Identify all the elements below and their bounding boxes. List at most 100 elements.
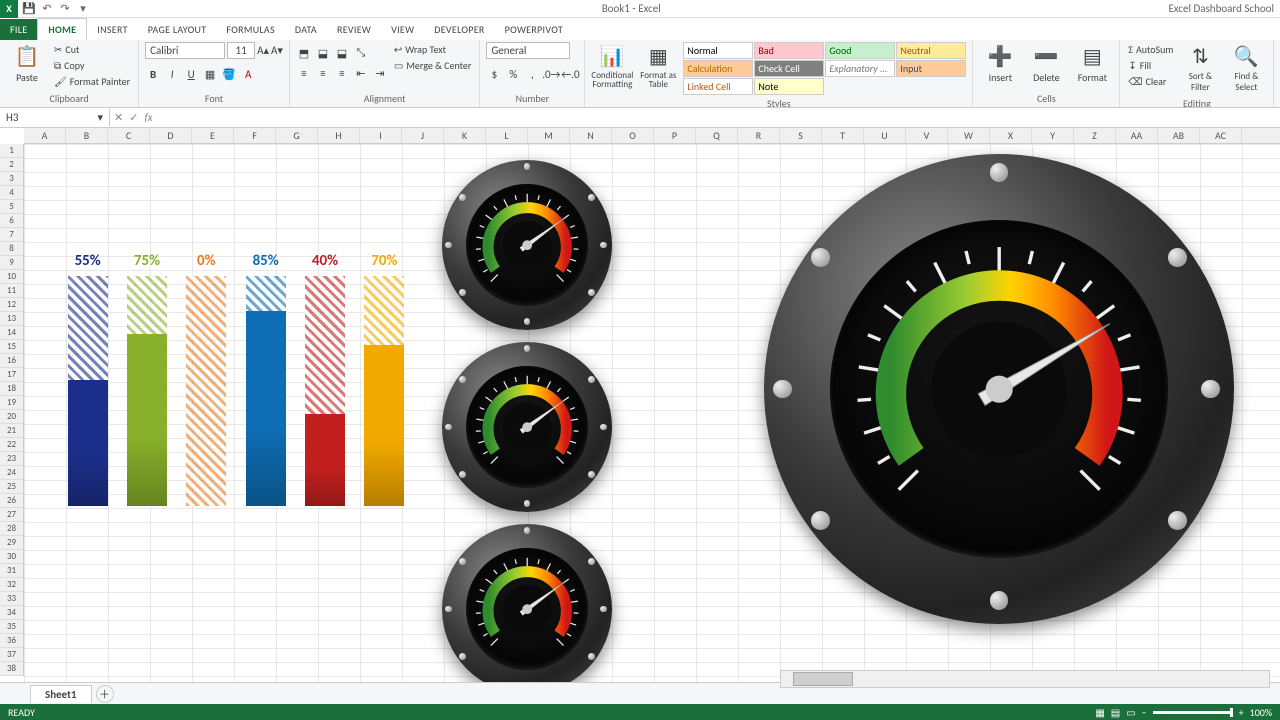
row-header[interactable]: 13 [0, 312, 23, 326]
italic-button[interactable]: I [164, 66, 180, 82]
col-header[interactable]: C [108, 128, 150, 143]
row-header[interactable]: 4 [0, 186, 23, 200]
col-header[interactable]: N [570, 128, 612, 143]
row-header[interactable]: 12 [0, 298, 23, 312]
cancel-formula-icon[interactable]: ✕ [114, 111, 123, 124]
cell-style-option[interactable]: Good [825, 42, 895, 59]
delete-button[interactable]: ➖Delete [1025, 42, 1067, 86]
dec-decimal-icon[interactable]: ←.0 [562, 66, 578, 82]
paste-button[interactable]: 📋Paste [6, 42, 48, 86]
tab-data[interactable]: DATA [285, 19, 327, 40]
indent-inc-icon[interactable]: ⇥ [372, 65, 388, 81]
cell-style-option[interactable]: Explanatory ... [825, 60, 895, 77]
row-header[interactable]: 24 [0, 466, 23, 480]
col-header[interactable]: A [24, 128, 66, 143]
col-header[interactable]: T [822, 128, 864, 143]
row-header[interactable]: 28 [0, 522, 23, 536]
col-header[interactable]: U [864, 128, 906, 143]
autosum-button[interactable]: ΣAutoSum [1126, 42, 1175, 57]
row-header[interactable]: 16 [0, 354, 23, 368]
row-header[interactable]: 9 [0, 256, 23, 270]
zoom-in-icon[interactable]: + [1239, 706, 1244, 719]
row-header[interactable]: 31 [0, 564, 23, 578]
format-as-table-button[interactable]: ▦Format as Table [637, 42, 679, 91]
gauge-widget[interactable] [442, 160, 612, 330]
inc-decimal-icon[interactable]: .0→ [543, 66, 559, 82]
gauge-widget[interactable] [442, 342, 612, 512]
row-header[interactable]: 36 [0, 634, 23, 648]
row-header[interactable]: 20 [0, 410, 23, 424]
fill-button[interactable]: ↧Fill [1126, 58, 1175, 73]
col-header[interactable]: L [486, 128, 528, 143]
font-color-button[interactable]: A [240, 66, 256, 82]
conditional-formatting-button[interactable]: 📊Conditional Formatting [591, 42, 633, 91]
col-header[interactable]: J [402, 128, 444, 143]
cell-styles-gallery[interactable]: NormalBadGoodNeutralCalculationCheck Cel… [683, 42, 966, 95]
col-header[interactable]: Z [1074, 128, 1116, 143]
cell-style-option[interactable]: Bad [754, 42, 824, 59]
undo-icon[interactable]: ↶ [40, 2, 54, 16]
tab-powerpivot[interactable]: POWERPIVOT [495, 19, 573, 40]
tab-review[interactable]: REVIEW [327, 19, 381, 40]
percent-icon[interactable]: % [505, 66, 521, 82]
number-format-select[interactable]: General [486, 42, 570, 59]
tab-home[interactable]: HOME [37, 18, 87, 40]
cell-style-option[interactable]: Input [896, 60, 966, 77]
zoom-out-icon[interactable]: − [1142, 706, 1147, 719]
col-header[interactable]: B [66, 128, 108, 143]
col-header[interactable]: O [612, 128, 654, 143]
font-name-select[interactable]: Calibri [145, 42, 225, 59]
redo-icon[interactable]: ↷ [58, 2, 72, 16]
gauge-widget[interactable] [764, 154, 1234, 624]
worksheet-grid[interactable]: ABCDEFGHIJKLMNOPQRSTUVWXYZAAABAC 1234567… [0, 128, 1280, 688]
row-header[interactable]: 37 [0, 648, 23, 662]
view-layout-icon[interactable]: ▤ [1111, 706, 1120, 719]
fx-icon[interactable]: fx [144, 111, 152, 124]
row-header[interactable]: 18 [0, 382, 23, 396]
row-header[interactable]: 6 [0, 214, 23, 228]
tab-view[interactable]: VIEW [381, 19, 424, 40]
row-header[interactable]: 27 [0, 508, 23, 522]
row-header[interactable]: 10 [0, 270, 23, 284]
col-header[interactable]: X [990, 128, 1032, 143]
row-header[interactable]: 14 [0, 326, 23, 340]
increase-font-icon[interactable]: A▴ [257, 44, 269, 57]
align-bot-icon[interactable]: ⬓ [334, 45, 350, 61]
row-header[interactable]: 7 [0, 228, 23, 242]
col-header[interactable]: G [276, 128, 318, 143]
cell-style-option[interactable]: Neutral [896, 42, 966, 59]
col-header[interactable]: Y [1032, 128, 1074, 143]
name-box[interactable]: H3▾ [0, 109, 110, 126]
row-header[interactable]: 22 [0, 438, 23, 452]
horizontal-scrollbar[interactable] [780, 670, 1270, 688]
row-header[interactable]: 26 [0, 494, 23, 508]
tab-file[interactable]: FILE [0, 19, 37, 40]
row-header[interactable]: 21 [0, 424, 23, 438]
copy-button[interactable]: ⧉Copy [52, 58, 132, 73]
bold-button[interactable]: B [145, 66, 161, 82]
underline-button[interactable]: U [183, 66, 199, 82]
col-header[interactable]: V [906, 128, 948, 143]
cell-style-option[interactable]: Check Cell [754, 60, 824, 77]
wrap-text-button[interactable]: ↩Wrap Text [392, 42, 473, 57]
row-header[interactable]: 15 [0, 340, 23, 354]
insert-button[interactable]: ➕Insert [979, 42, 1021, 86]
cell-style-option[interactable]: Linked Cell [683, 78, 753, 95]
bar-chart[interactable]: 55%75%0%85%40%70% [66, 236, 406, 506]
row-header[interactable]: 3 [0, 172, 23, 186]
account-name[interactable]: Excel Dashboard School [1168, 2, 1280, 15]
col-header[interactable]: AC [1200, 128, 1242, 143]
row-header[interactable]: 34 [0, 606, 23, 620]
row-header[interactable]: 25 [0, 480, 23, 494]
view-break-icon[interactable]: ▭ [1126, 706, 1135, 719]
chevron-down-icon[interactable]: ▾ [97, 111, 103, 124]
col-header[interactable]: S [780, 128, 822, 143]
col-header[interactable]: K [444, 128, 486, 143]
font-size-select[interactable]: 11 [227, 42, 255, 59]
merge-center-button[interactable]: ▭Merge & Center [392, 58, 473, 73]
align-center-icon[interactable]: ≡ [315, 65, 331, 81]
tab-formulas[interactable]: FORMULAS [216, 19, 285, 40]
col-header[interactable]: F [234, 128, 276, 143]
row-header[interactable]: 17 [0, 368, 23, 382]
cut-button[interactable]: ✂Cut [52, 42, 132, 57]
